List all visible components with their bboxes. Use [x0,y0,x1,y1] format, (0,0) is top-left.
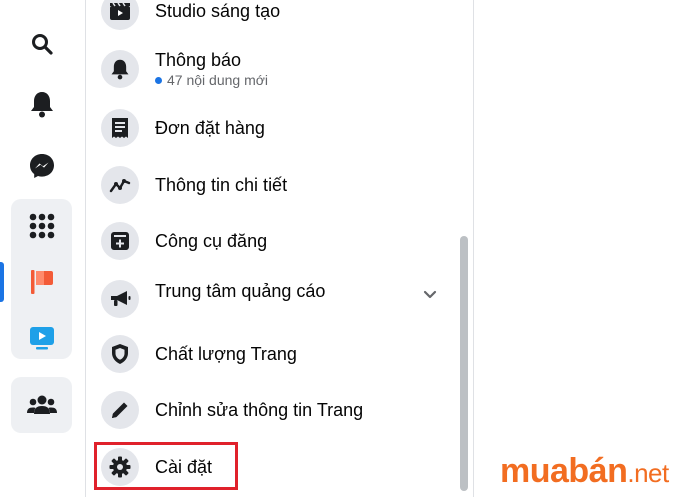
menu-item-page-quality[interactable]: Chất lượng Trang [101,329,461,379]
unread-dot [155,76,162,84]
left-navigation-rail [0,0,86,497]
bell-icon [101,50,139,88]
unread-count-text: 47 nội dung mới [167,72,269,88]
menu-label: Chỉnh sửa thông tin Trang [155,400,364,420]
menu-label: Chất lượng Trang [155,344,297,364]
bell-icon[interactable] [22,84,62,124]
menu-label: Thông báo [155,50,242,70]
grid-icon[interactable] [22,206,62,246]
menu-label: Đơn đặt hàng [155,118,265,138]
menu-label: Thông tin chi tiết [155,175,288,195]
megaphone-icon [101,280,139,318]
receipt-icon [101,109,139,147]
menu-item-orders[interactable]: Đơn đặt hàng [101,103,461,153]
watermark-logo: muabán.net [500,452,669,491]
watermark-tld: .net [627,458,669,488]
unread-count: 47 nội dung mới [155,71,268,89]
clapperboard-icon [101,0,139,30]
messenger-icon[interactable] [22,146,62,186]
settings-highlight-box [94,442,238,490]
menu-item-publishing-tools[interactable]: Công cụ đăng [101,216,461,266]
page-manage-menu: Studio sáng tạo Thông báo 47 nội dung mớ… [87,0,474,497]
post-tools-icon [101,222,139,260]
menu-label: Công cụ đăng [155,231,268,251]
menu-item-insights[interactable]: Thông tin chi tiết [101,160,461,210]
active-indicator [0,262,4,302]
video-icon[interactable] [22,318,62,358]
menu-label: Trung tâm quảng cáo [155,281,326,301]
menu-label: Studio sáng tạo [155,1,281,21]
menu-item-edit-page-info[interactable]: Chỉnh sửa thông tin Trang [101,385,461,435]
watermark-brand: muabán [500,452,628,490]
pencil-icon [101,391,139,429]
menu-item-creator-studio[interactable]: Studio sáng tạo [101,0,461,36]
shield-icon [101,335,139,373]
people-icon[interactable] [22,385,62,425]
menu-item-ad-center[interactable]: Trung tâm quảng cáo [101,271,461,318]
trend-line-icon [101,166,139,204]
flag-icon[interactable] [22,262,62,302]
scrollbar-thumb[interactable] [460,236,468,491]
menu-item-notifications[interactable]: Thông báo 47 nội dung mới [101,43,461,95]
chevron-down-icon[interactable] [423,287,437,305]
search-icon[interactable] [22,24,62,64]
